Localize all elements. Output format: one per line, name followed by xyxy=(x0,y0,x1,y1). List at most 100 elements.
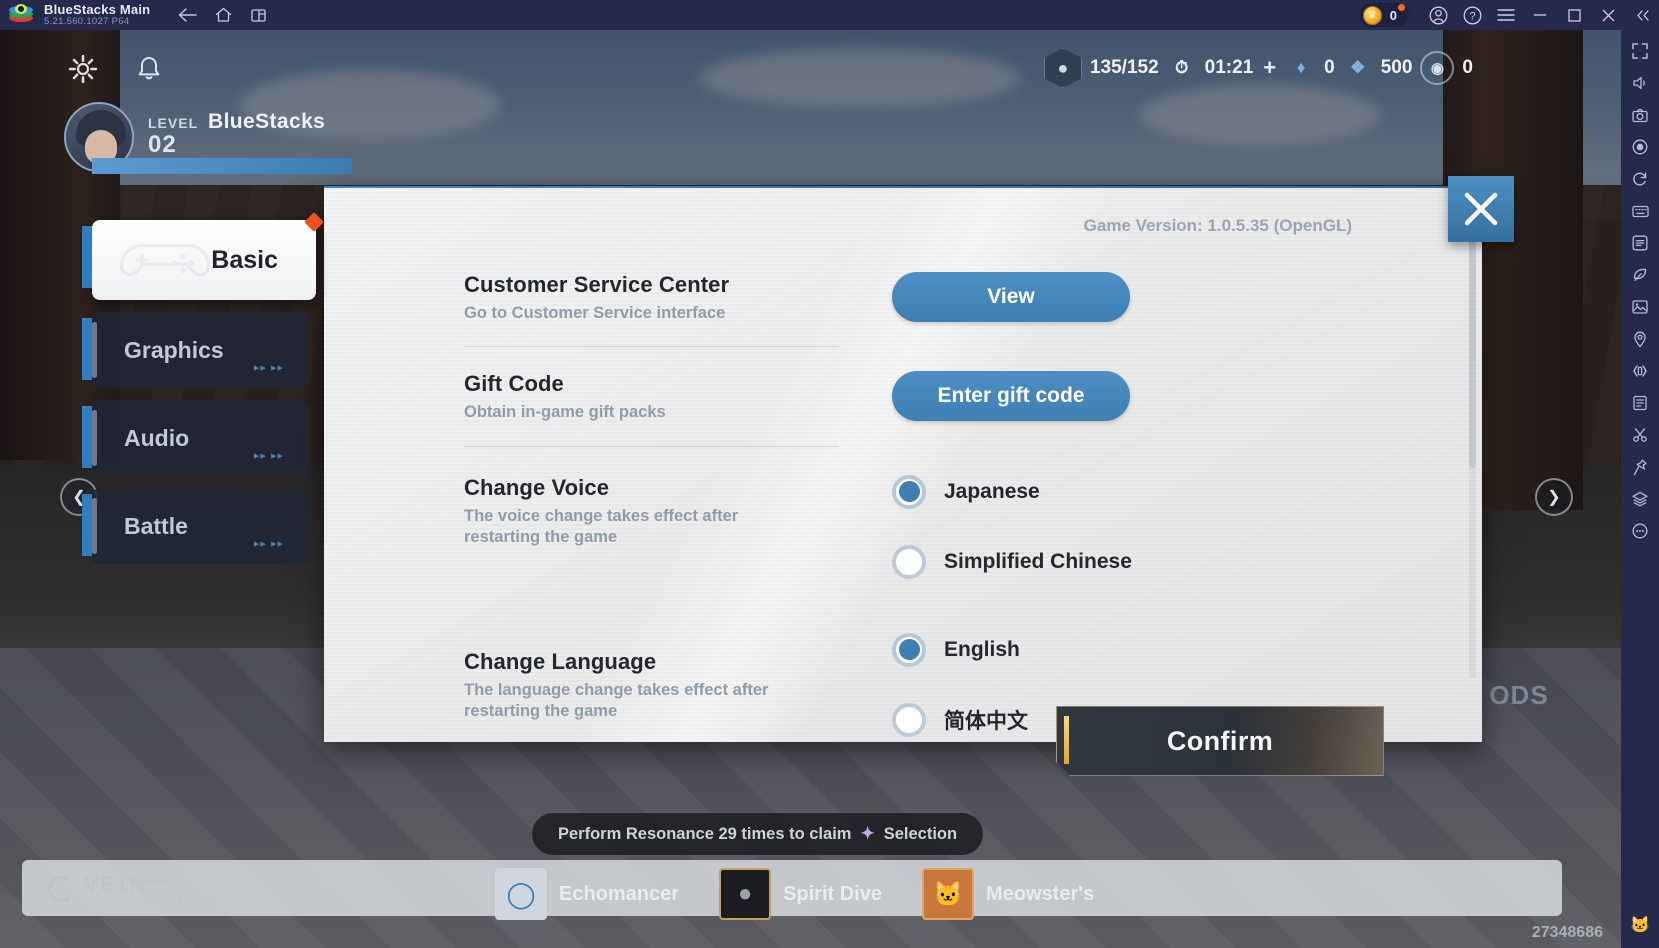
meowster-cat-icon: 🐱 xyxy=(921,868,974,920)
settings-dialog: Basic Graphics ▸▸ ▸▸ Audio ▸▸ ▸▸ Battle … xyxy=(82,172,1514,742)
row-control: View xyxy=(844,272,1454,324)
chevrons-icon: ▸▸ ▸▸ xyxy=(253,362,284,374)
chevron-right-circle-icon[interactable]: ❯ xyxy=(1535,478,1573,516)
chevrons-icon: ▸▸ ▸▸ xyxy=(253,450,284,462)
row-text: Change Language The language change take… xyxy=(464,633,844,742)
confirm-accent-bar xyxy=(1064,716,1069,764)
nav-item-meowsters[interactable]: 🐱 Meowster's xyxy=(921,868,1094,920)
maximize-icon[interactable] xyxy=(1557,0,1591,30)
cat-icon[interactable]: 🐱 xyxy=(1625,910,1655,940)
plus-icon[interactable]: + xyxy=(1263,55,1276,81)
sidebar-item-audio[interactable]: Audio ▸▸ ▸▸ xyxy=(82,400,310,476)
sidebar-item-basic[interactable]: Basic xyxy=(82,212,324,300)
row-title: Change Language xyxy=(464,648,657,674)
echomancer-icon: ◯ xyxy=(495,868,547,920)
nav-item-echomancer[interactable]: ◯ Echomancer xyxy=(495,868,679,920)
veinos-logo-icon xyxy=(48,875,74,902)
gallery-icon[interactable] xyxy=(1625,292,1655,322)
row-divider xyxy=(464,445,839,447)
voice-option-simplified-chinese[interactable]: Simplified Chinese xyxy=(892,544,1454,579)
bottom-nav: ◯ Echomancer ● Spirit Dive 🐱 Meowster's xyxy=(495,868,1124,920)
brand-sub: NEXT GENERATION SYSTEM xyxy=(84,897,217,904)
radio-selected-icon[interactable] xyxy=(892,474,926,509)
level-value: 02 xyxy=(148,131,177,158)
scrollbar-thumb[interactable] xyxy=(1469,238,1476,468)
leaf-icon[interactable] xyxy=(1625,260,1655,290)
settings-tab-list: Basic Graphics ▸▸ ▸▸ Audio ▸▸ ▸▸ Battle … xyxy=(82,172,324,742)
fullscreen-icon[interactable] xyxy=(1625,36,1655,66)
radio-selected-icon[interactable] xyxy=(892,632,926,667)
row-text: Customer Service Center Go to Customer S… xyxy=(464,272,844,324)
sidebar-item-label: Battle xyxy=(124,512,188,539)
macro-icon[interactable] xyxy=(1625,228,1655,258)
back-icon[interactable] xyxy=(172,2,202,28)
spirit-dive-icon: ● xyxy=(719,868,772,920)
language-option-english[interactable]: English xyxy=(892,632,1454,667)
nav-label: Spirit Dive xyxy=(783,882,882,905)
hamburger-menu-icon[interactable] xyxy=(1489,0,1523,30)
more-icon[interactable] xyxy=(1625,516,1655,546)
nav-label: Echomancer xyxy=(559,882,680,905)
gamepad-icon xyxy=(119,243,211,277)
coin-balance[interactable]: ♛ 0 xyxy=(1359,3,1409,27)
row-text: Gift Code Obtain in-game gift packs xyxy=(464,371,844,423)
player-name: BlueStacks xyxy=(208,110,326,133)
row-subtitle: Go to Customer Service interface xyxy=(464,304,726,322)
radio-unselected-icon[interactable] xyxy=(892,544,926,579)
close-icon[interactable] xyxy=(1591,0,1625,30)
brand-sup: OS xyxy=(146,874,167,886)
row-text: Change Voice The voice change takes effe… xyxy=(464,475,844,615)
bell-icon[interactable] xyxy=(126,46,172,92)
shake-icon[interactable] xyxy=(1625,356,1655,386)
gold-coin-icon: ♛ xyxy=(1362,5,1382,25)
minimize-icon[interactable] xyxy=(1523,0,1557,30)
scissors-icon[interactable] xyxy=(1625,420,1655,450)
home-icon[interactable] xyxy=(208,2,238,28)
help-icon[interactable]: ? xyxy=(1455,0,1489,30)
toast-prefix: Perform Resonance 29 times to claim xyxy=(558,824,852,843)
selection-star-icon: ✦ xyxy=(860,824,875,843)
double-chevron-left-icon[interactable] xyxy=(1625,0,1659,30)
keyboard-icon[interactable] xyxy=(1625,196,1655,226)
ods-badge: ODS xyxy=(1467,680,1571,760)
camera-icon[interactable] xyxy=(1625,100,1655,130)
windows-stack-icon[interactable] xyxy=(244,2,274,28)
brand-main: VE1N xyxy=(84,873,147,896)
nav-item-spirit-dive[interactable]: ● Spirit Dive xyxy=(719,868,882,920)
sidebar-item-battle[interactable]: Battle ▸▸ ▸▸ xyxy=(82,488,310,564)
enter-gift-code-button[interactable]: Enter gift code xyxy=(892,371,1130,422)
pin-icon[interactable] xyxy=(1625,452,1655,482)
close-x-icon[interactable] xyxy=(1448,176,1514,242)
record-icon[interactable] xyxy=(1625,132,1655,162)
setting-row-gift-code: Gift Code Obtain in-game gift packs Ente… xyxy=(324,371,1454,423)
clock-icon: ⏱ xyxy=(1175,58,1189,77)
row-divider xyxy=(464,346,839,348)
row-title: Customer Service Center xyxy=(464,272,730,297)
script-icon[interactable] xyxy=(1625,388,1655,418)
confirm-label: Confirm xyxy=(1166,725,1274,756)
confirm-button[interactable]: Confirm xyxy=(1056,706,1384,776)
voice-option-japanese[interactable]: Japanese xyxy=(892,474,1454,509)
row-subtitle: The voice change takes effect after rest… xyxy=(464,506,739,547)
level-block: LEVEL 02 xyxy=(148,115,198,159)
sidebar-item-graphics[interactable]: Graphics ▸▸ ▸▸ xyxy=(82,312,310,388)
account-icon[interactable] xyxy=(1421,0,1455,30)
row-title: Change Voice xyxy=(464,474,610,500)
gear-icon[interactable] xyxy=(60,46,106,92)
titlebar-right: ♛ 0 ? xyxy=(1359,0,1659,30)
view-button[interactable]: View xyxy=(892,272,1130,322)
rotate-icon[interactable] xyxy=(1625,164,1655,194)
panel-scrollbar[interactable] xyxy=(1469,238,1476,678)
location-pin-icon[interactable] xyxy=(1625,324,1655,354)
layers-icon[interactable] xyxy=(1625,484,1655,514)
level-label: LEVEL xyxy=(148,115,199,131)
active-tab-cap xyxy=(92,158,352,174)
row-subtitle: The language change takes effect after r… xyxy=(464,680,769,721)
currency2-value: 500 xyxy=(1380,57,1413,78)
sidebar-item-label: Graphics xyxy=(124,336,224,363)
radio-unselected-icon[interactable] xyxy=(892,702,926,737)
settings-rows: Customer Service Center Go to Customer S… xyxy=(324,220,1454,737)
speaker-icon[interactable] xyxy=(1625,68,1655,98)
veinos-text: VE1NOS NEXT GENERATION SYSTEM xyxy=(84,873,216,904)
resonance-toast: Perform Resonance 29 times to claim ✦ Se… xyxy=(532,813,984,855)
